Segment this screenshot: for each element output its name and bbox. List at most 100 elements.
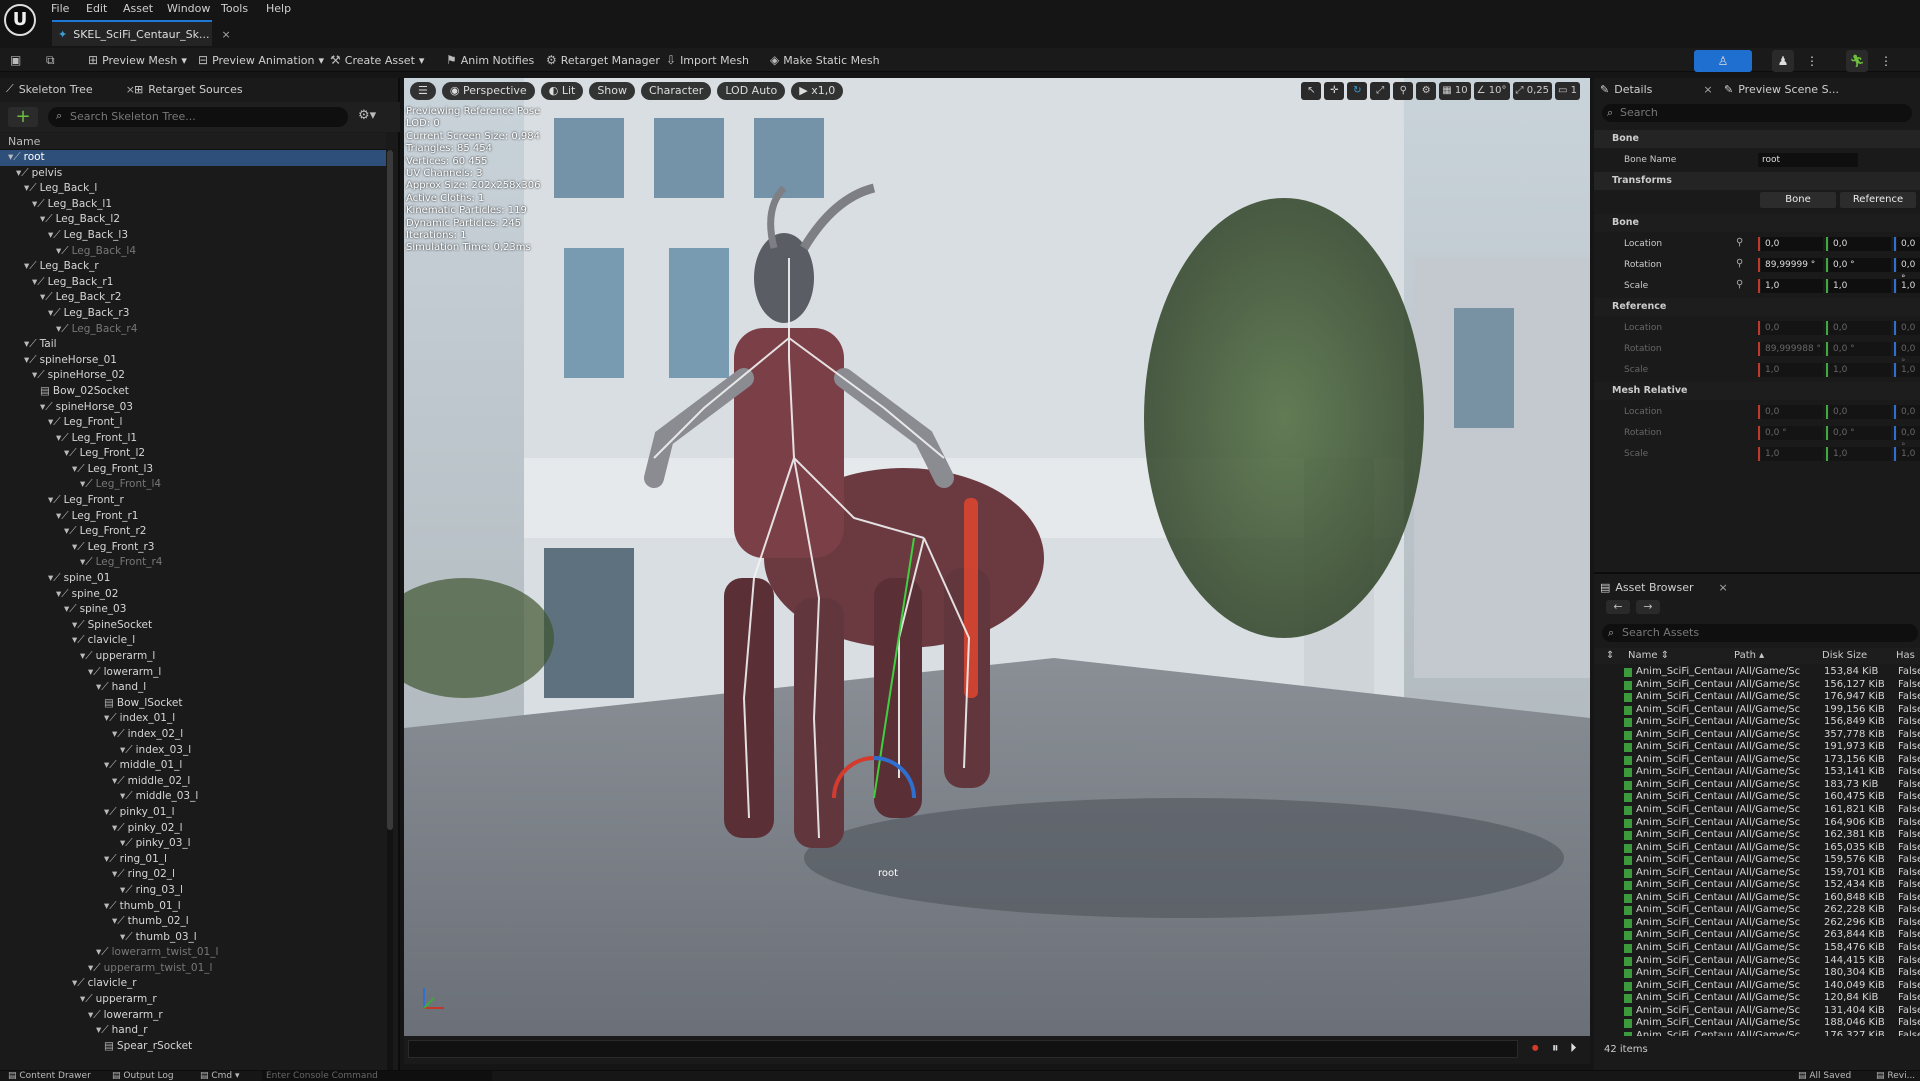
tree-row-leg-back-l1[interactable]: ▾⟋ Leg_Back_l1	[0, 197, 386, 213]
tree-row-ring-02-l[interactable]: ▾⟋ ring_02_l	[0, 867, 386, 883]
tree-row-leg-back-r4[interactable]: ▾⟋ Leg_Back_r4	[0, 322, 386, 338]
move-icon[interactable]: ✛	[1324, 82, 1345, 100]
asset-row[interactable]: Anim_SciFi_Centaur_Ge/All/Game/Sc 159,576…	[1596, 854, 1920, 867]
tree-row-leg-back-r1[interactable]: ▾⟋ Leg_Back_r1	[0, 275, 386, 291]
menu-help[interactable]: Help	[266, 0, 291, 17]
tree-row-upperarm-twist-01-l[interactable]: ▾⟋ upperarm_twist_01_l	[0, 961, 386, 977]
tree-row-spinehorse-01[interactable]: ▾⟋ spineHorse_01	[0, 353, 386, 369]
skeleton-mode-button[interactable]: ♙	[1694, 50, 1752, 72]
reset-transform-icon[interactable]: ⚲	[1736, 258, 1743, 269]
tree-row-ring-03-l[interactable]: ▾⟋ ring_03_l	[0, 883, 386, 899]
tab-preview-scene-settings[interactable]: ✎ Preview Scene S...	[1724, 78, 1839, 100]
preview-mesh-button[interactable]: ⊞ Preview Mesh ▾	[88, 51, 187, 69]
tree-row-clavicle-l[interactable]: ▾⟋ clavicle_l	[0, 633, 386, 649]
asset-row[interactable]: Anim_SciFi_Centaur_Bc/All/Game/Sc 191,973…	[1596, 741, 1920, 754]
transform-value-field[interactable]: 0,0	[1761, 237, 1823, 251]
tree-row-leg-back-l2[interactable]: ▾⟋ Leg_Back_l2	[0, 212, 386, 228]
forward-arrow-icon[interactable]: →	[1636, 600, 1660, 614]
asset-row[interactable]: Anim_SciFi_Centaur_Ge/All/Game/Sc 162,381…	[1596, 829, 1920, 842]
tree-row-thumb-01-l[interactable]: ▾⟋ thumb_01_l	[0, 899, 386, 915]
tree-row-spear-rsocket[interactable]: ▤ Spear_rSocket	[0, 1039, 386, 1055]
tree-row-upperarm-r[interactable]: ▾⟋ upperarm_r	[0, 992, 386, 1008]
tree-row-leg-front-l[interactable]: ▾⟋ Leg_Front_l	[0, 415, 386, 431]
settings-gear-icon[interactable]: ⚙▾	[358, 108, 376, 123]
menu-file[interactable]: File	[51, 0, 69, 17]
tree-row-index-03-l[interactable]: ▾⟋ index_03_l	[0, 743, 386, 759]
transforms-section-header[interactable]: Transforms	[1594, 172, 1920, 190]
create-asset-button[interactable]: ⚒ Create Asset ▾	[330, 51, 424, 69]
scale-snap-value[interactable]: ⤢ 0,25	[1512, 82, 1552, 100]
play-speed-button[interactable]: ▶ x1,0	[791, 82, 844, 100]
tab-details[interactable]: ✎ Details ×	[1600, 78, 1713, 100]
asset-row[interactable]: Anim_SciFi_Centaur_Ge/All/Game/Sc 160,475…	[1596, 791, 1920, 804]
close-tab-icon[interactable]: ×	[221, 28, 230, 41]
col-has[interactable]: Has	[1896, 648, 1915, 664]
tree-row-leg-front-r4[interactable]: ▾⟋ Leg_Front_r4	[0, 555, 386, 571]
tree-row-lowerarm-twist-01-l[interactable]: ▾⟋ lowerarm_twist_01_l	[0, 945, 386, 961]
tree-row-middle-03-l[interactable]: ▾⟋ middle_03_l	[0, 789, 386, 805]
asset-row[interactable]: Anim_SciFi_Centaur_Idl/All/Game/Sc 262,29…	[1596, 917, 1920, 930]
tree-scrollbar-thumb[interactable]	[387, 150, 393, 830]
close-details-icon[interactable]: ×	[1703, 83, 1712, 96]
surface-snap-icon[interactable]: ⚙	[1416, 82, 1437, 100]
tree-row-leg-front-l4[interactable]: ▾⟋ Leg_Front_l4	[0, 477, 386, 493]
tree-row-leg-front-l3[interactable]: ▾⟋ Leg_Front_l3	[0, 462, 386, 478]
select-icon[interactable]: ↖	[1301, 82, 1322, 100]
local-space-icon[interactable]: ⚲	[1393, 82, 1414, 100]
record-icon[interactable]: ⏺	[1532, 1041, 1539, 1056]
tree-row-pinky-02-l[interactable]: ▾⟋ pinky_02_l	[0, 821, 386, 837]
unreal-logo-icon[interactable]: U	[4, 4, 36, 36]
tree-row-leg-front-r3[interactable]: ▾⟋ Leg_Front_r3	[0, 540, 386, 556]
asset-row[interactable]: Anim_SciFi_Centaur_At/All/Game/Sc 153,84 …	[1596, 666, 1920, 679]
tree-row-spine-03[interactable]: ▾⟋ spine_03	[0, 602, 386, 618]
asset-row[interactable]: Anim_SciFi_Centaur_Pr/All/Game/Sc 120,84 …	[1596, 992, 1920, 1005]
pause-icon[interactable]: ⏸	[1552, 1041, 1559, 1056]
tab-skeleton-tree[interactable]: ⟋ Skeleton Tree ×	[6, 78, 135, 100]
animation-mode-button[interactable]: 🏃︎	[1846, 50, 1868, 72]
tree-row-pelvis[interactable]: ▾⟋ pelvis	[0, 166, 386, 182]
asset-filter-icon[interactable]: ⇕	[1606, 648, 1614, 664]
asset-row[interactable]: Anim_SciFi_Centaur_Ge/All/Game/Sc 159,701…	[1596, 867, 1920, 880]
tree-row-index-01-l[interactable]: ▾⟋ index_01_l	[0, 711, 386, 727]
asset-row[interactable]: Anim_SciFi_Centaur_Ge/All/Game/Sc 161,821…	[1596, 804, 1920, 817]
reset-transform-icon[interactable]: ⚲	[1736, 237, 1743, 248]
add-icon[interactable]: +	[8, 107, 38, 127]
transform-value-field[interactable]: 0,0 °	[1897, 258, 1920, 284]
grid-snap-value[interactable]: ▦ 10	[1439, 82, 1471, 100]
tree-row-root[interactable]: ▾⟋ root	[0, 150, 386, 166]
asset-row[interactable]: Anim_SciFi_Centaur_Kr/All/Game/Sc 140,049…	[1596, 980, 1920, 993]
lod-button[interactable]: LOD Auto	[717, 82, 786, 100]
perspective-button[interactable]: ◉ Perspective	[441, 82, 535, 100]
transform-value-field[interactable]: 1,0	[1897, 279, 1920, 293]
viewport[interactable]: ☰ ◉ Perspective ◐ Lit Show Character LOD…	[404, 78, 1590, 1036]
skeleton-search-input[interactable]: Search Skeleton Tree...	[48, 107, 348, 127]
asset-row[interactable]: Anim_SciFi_Centaur_Kr/All/Game/Sc 144,415…	[1596, 955, 1920, 968]
scale-icon[interactable]: ⤢	[1370, 82, 1391, 100]
tree-row-middle-01-l[interactable]: ▾⟋ middle_01_l	[0, 758, 386, 774]
asset-row[interactable]: Anim_SciFi_Centaur_Ge/All/Game/Sc 152,434…	[1596, 879, 1920, 892]
asset-search-input[interactable]: Search Assets	[1602, 624, 1918, 642]
tree-row-leg-back-r3[interactable]: ▾⟋ Leg_Back_r3	[0, 306, 386, 322]
preview-animation-button[interactable]: ⊟ Preview Animation ▾	[198, 51, 324, 69]
menu-tools[interactable]: Tools	[221, 0, 248, 17]
back-arrow-icon[interactable]: ←	[1606, 600, 1630, 614]
tree-row-leg-front-r2[interactable]: ▾⟋ Leg_Front_r2	[0, 524, 386, 540]
tree-scrollbar[interactable]	[387, 150, 393, 1070]
transform-value-field[interactable]: 1,0	[1761, 279, 1823, 293]
tree-row-leg-back-l3[interactable]: ▾⟋ Leg_Back_l3	[0, 228, 386, 244]
asset-row[interactable]: Anim_SciFi_Centaur_At/All/Game/Sc 357,778…	[1596, 729, 1920, 742]
col-path[interactable]: Path ▴	[1734, 648, 1764, 664]
asset-row[interactable]: Anim_SciFi_Centaur_Ru/All/Game/Sc 131,404…	[1596, 1005, 1920, 1018]
make-static-mesh-button[interactable]: ◈ Make Static Mesh	[770, 51, 880, 69]
import-mesh-button[interactable]: ⇩ Import Mesh	[666, 51, 749, 69]
transform-value-field[interactable]: 0,0 °	[1829, 258, 1891, 272]
tab-retarget-sources[interactable]: ⊞ Retarget Sources	[134, 78, 243, 100]
asset-row[interactable]: Anim_SciFi_Centaur_Kr/All/Game/Sc 158,476…	[1596, 942, 1920, 955]
transform-value-field[interactable]: 0,0	[1829, 237, 1891, 251]
tree-row-leg-back-l[interactable]: ▾⟋ Leg_Back_l	[0, 181, 386, 197]
tree-row-leg-back-r[interactable]: ▾⟋ Leg_Back_r	[0, 259, 386, 275]
asset-row[interactable]: Anim_SciFi_Centaur_Kr/All/Game/Sc 180,304…	[1596, 967, 1920, 980]
tree-row-pinky-01-l[interactable]: ▾⟋ pinky_01_l	[0, 805, 386, 821]
tree-row-leg-back-r2[interactable]: ▾⟋ Leg_Back_r2	[0, 290, 386, 306]
transform-value-field[interactable]: 0,0	[1897, 237, 1920, 251]
